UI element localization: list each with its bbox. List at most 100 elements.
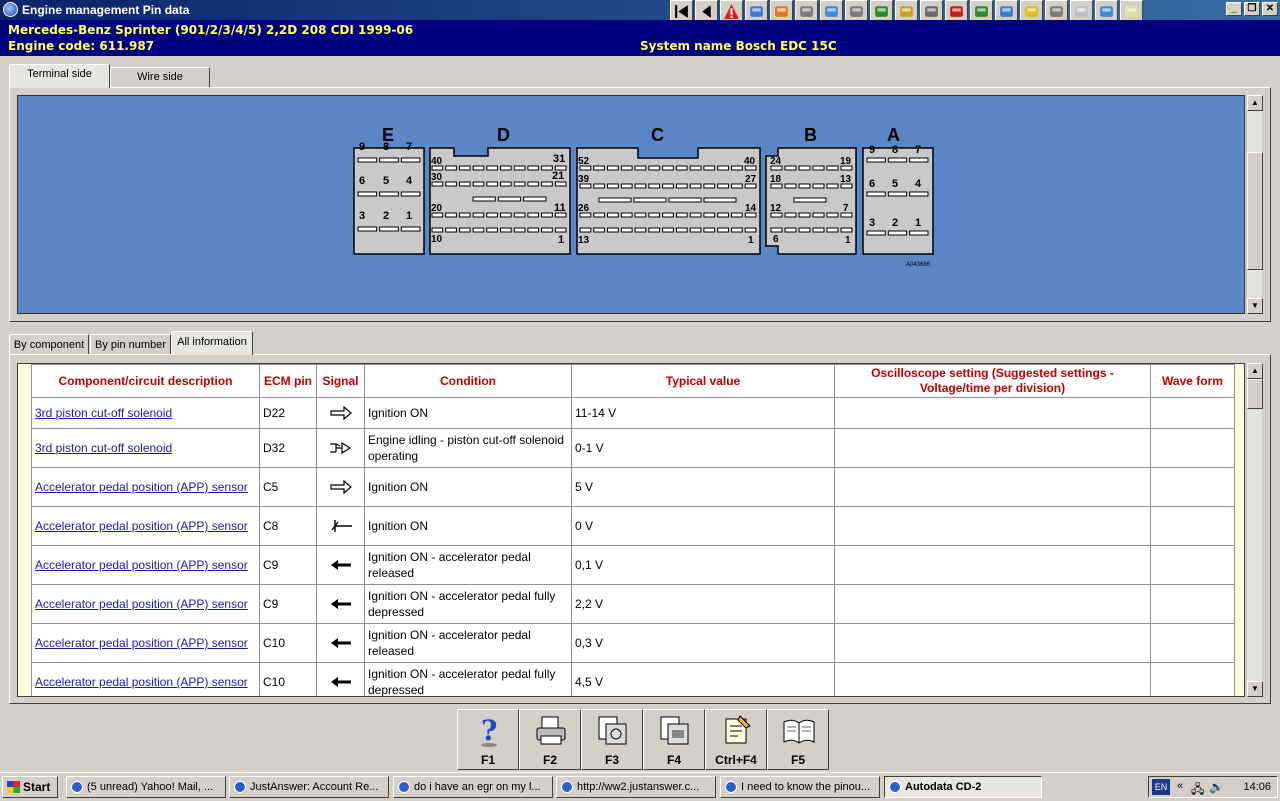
component-link[interactable]: Accelerator pedal position (APP) sensor [31,662,260,696]
note-icon[interactable] [1120,0,1143,22]
taskbar-item-label: JustAnswer: Account Re... [250,781,379,793]
tab-terminal-side[interactable]: Terminal side [9,64,110,88]
scroll-thumb[interactable] [1247,152,1263,270]
tab-wire-side[interactable]: Wire side [110,67,210,88]
pin-slot [523,196,547,202]
tab-by-pin-number[interactable]: By pin number [90,334,171,355]
taskbar-item[interactable]: I need to know the pinou... [720,776,880,798]
diagram-scrollbar[interactable]: ▲ ▼ [1246,95,1263,314]
component-link[interactable]: 3rd piston cut-off solenoid [31,428,260,468]
component-link[interactable]: Accelerator pedal position (APP) sensor [31,467,260,507]
language-indicator[interactable]: EN [1152,779,1170,795]
fkey-f1-button[interactable]: ? F1 [457,709,519,770]
col-header-component[interactable]: Component/circuit description [31,364,260,398]
pin-slot [400,157,421,163]
pin-slot [770,183,783,189]
pin-label: 20 [431,203,443,214]
fkey-f2-button[interactable]: F2 [519,709,581,770]
pin-slot [593,165,606,171]
waveform-cell[interactable] [1150,506,1235,546]
settings-icon[interactable] [870,0,893,22]
wrench-icon[interactable] [1045,0,1068,22]
cable-icon[interactable] [995,0,1018,22]
print-icon[interactable] [895,0,918,22]
pin-label: 2 [892,217,898,229]
engine-icon[interactable] [920,0,943,22]
col-header-condition[interactable]: Condition [364,364,572,398]
waveform-cell[interactable] [1150,662,1235,696]
component-link[interactable]: Accelerator pedal position (APP) sensor [31,623,260,663]
col-header-typical-value[interactable]: Typical value [571,364,835,398]
waveform-cell[interactable] [1150,623,1235,663]
component-icon[interactable] [770,0,793,22]
fkey-f3-button[interactable]: F3 [581,709,643,770]
pin-slot [598,197,632,203]
pin-slot [770,212,783,218]
diagram-icon[interactable] [745,0,768,22]
pin-slot [486,181,498,187]
scroll-up-arrow-icon[interactable]: ▲ [1247,95,1263,111]
ecm-pin-cell: D22 [259,397,317,429]
fkey-f4-button[interactable]: F4 [643,709,705,770]
waveform-cell[interactable] [1150,428,1235,468]
pin-slot [541,212,553,218]
pin-slot [379,191,399,197]
component-link[interactable]: Accelerator pedal position (APP) sensor [31,584,260,624]
scroll-down-arrow-icon[interactable]: ▼ [1247,681,1263,697]
waveform-cell[interactable] [1150,467,1235,507]
pin-label: 5 [892,178,898,190]
fkey-ctrl-f4-button[interactable]: Ctrl+F4 [705,709,767,770]
wiring-icon[interactable] [795,0,818,22]
table-scrollbar[interactable]: ▲ ▼ [1246,363,1263,697]
oscilloscope-cell [834,428,1151,468]
component-link[interactable]: 3rd piston cut-off solenoid [31,397,260,429]
pin-slot [689,212,702,218]
warning-icon[interactable] [720,0,743,22]
restore-button[interactable]: ❐ [1244,2,1260,16]
pin-slot [770,165,783,171]
tab-all-information[interactable]: All information [171,331,253,355]
col-header-oscilloscope[interactable]: Oscilloscope setting (Suggested settings… [834,364,1151,398]
gauge-icon[interactable] [820,0,843,22]
pin-slot [784,183,797,189]
reset-icon[interactable] [1095,0,1118,22]
taskbar-item[interactable]: Autodata CD-2 [884,776,1042,798]
col-header-ecm-pin[interactable]: ECM pin [259,364,317,398]
minimize-button[interactable]: _ [1226,2,1242,16]
face-icon[interactable] [1020,0,1043,22]
pin-label: 4 [406,175,413,187]
table-header-row: Component/circuit description ECM pin Si… [31,364,1235,398]
taskbar-item[interactable]: (5 unread) Yahoo! Mail, ... [66,776,226,798]
network-icon[interactable]: 🖧 [1191,780,1204,801]
waveform-cell[interactable] [1150,397,1235,429]
waveform-cell[interactable] [1150,584,1235,624]
taskbar-item[interactable]: http://ww2.justanswer.c... [556,776,716,798]
input-arrow-icon [316,662,365,696]
taskbar-item[interactable]: JustAnswer: Account Re... [229,776,389,798]
component-link[interactable]: Accelerator pedal position (APP) sensor [31,545,260,585]
close-button[interactable]: ✕ [1262,2,1278,16]
first-page-icon[interactable] [670,0,693,22]
tools-icon[interactable] [845,0,868,22]
scroll-down-arrow-icon[interactable]: ▼ [1247,298,1263,314]
scroll-thumb[interactable] [1247,379,1263,409]
waveform-cell[interactable] [1150,545,1235,585]
lamp-icon[interactable] [1070,0,1093,22]
pin-slot [887,230,908,236]
taskbar-item[interactable]: do i have an egr on my l... [393,776,553,798]
spanner-icon[interactable] [945,0,968,22]
volume-icon[interactable]: 🔊 [1209,780,1224,794]
pin-slot [445,212,457,218]
pin-label: 1 [915,217,921,229]
col-header-signal[interactable]: Signal [316,364,365,398]
car-icon[interactable] [970,0,993,22]
scroll-up-arrow-icon[interactable]: ▲ [1247,363,1263,379]
fkey-f5-button[interactable]: F5 [767,709,829,770]
connector-b-label: B [804,125,817,145]
back-icon[interactable] [695,0,718,22]
tab-by-component[interactable]: By component [9,334,89,355]
component-link[interactable]: Accelerator pedal position (APP) sensor [31,506,260,546]
tray-expand-icon[interactable]: « [1177,780,1183,792]
col-header-waveform[interactable]: Wave form [1150,364,1235,398]
start-button[interactable]: Start [2,776,58,798]
